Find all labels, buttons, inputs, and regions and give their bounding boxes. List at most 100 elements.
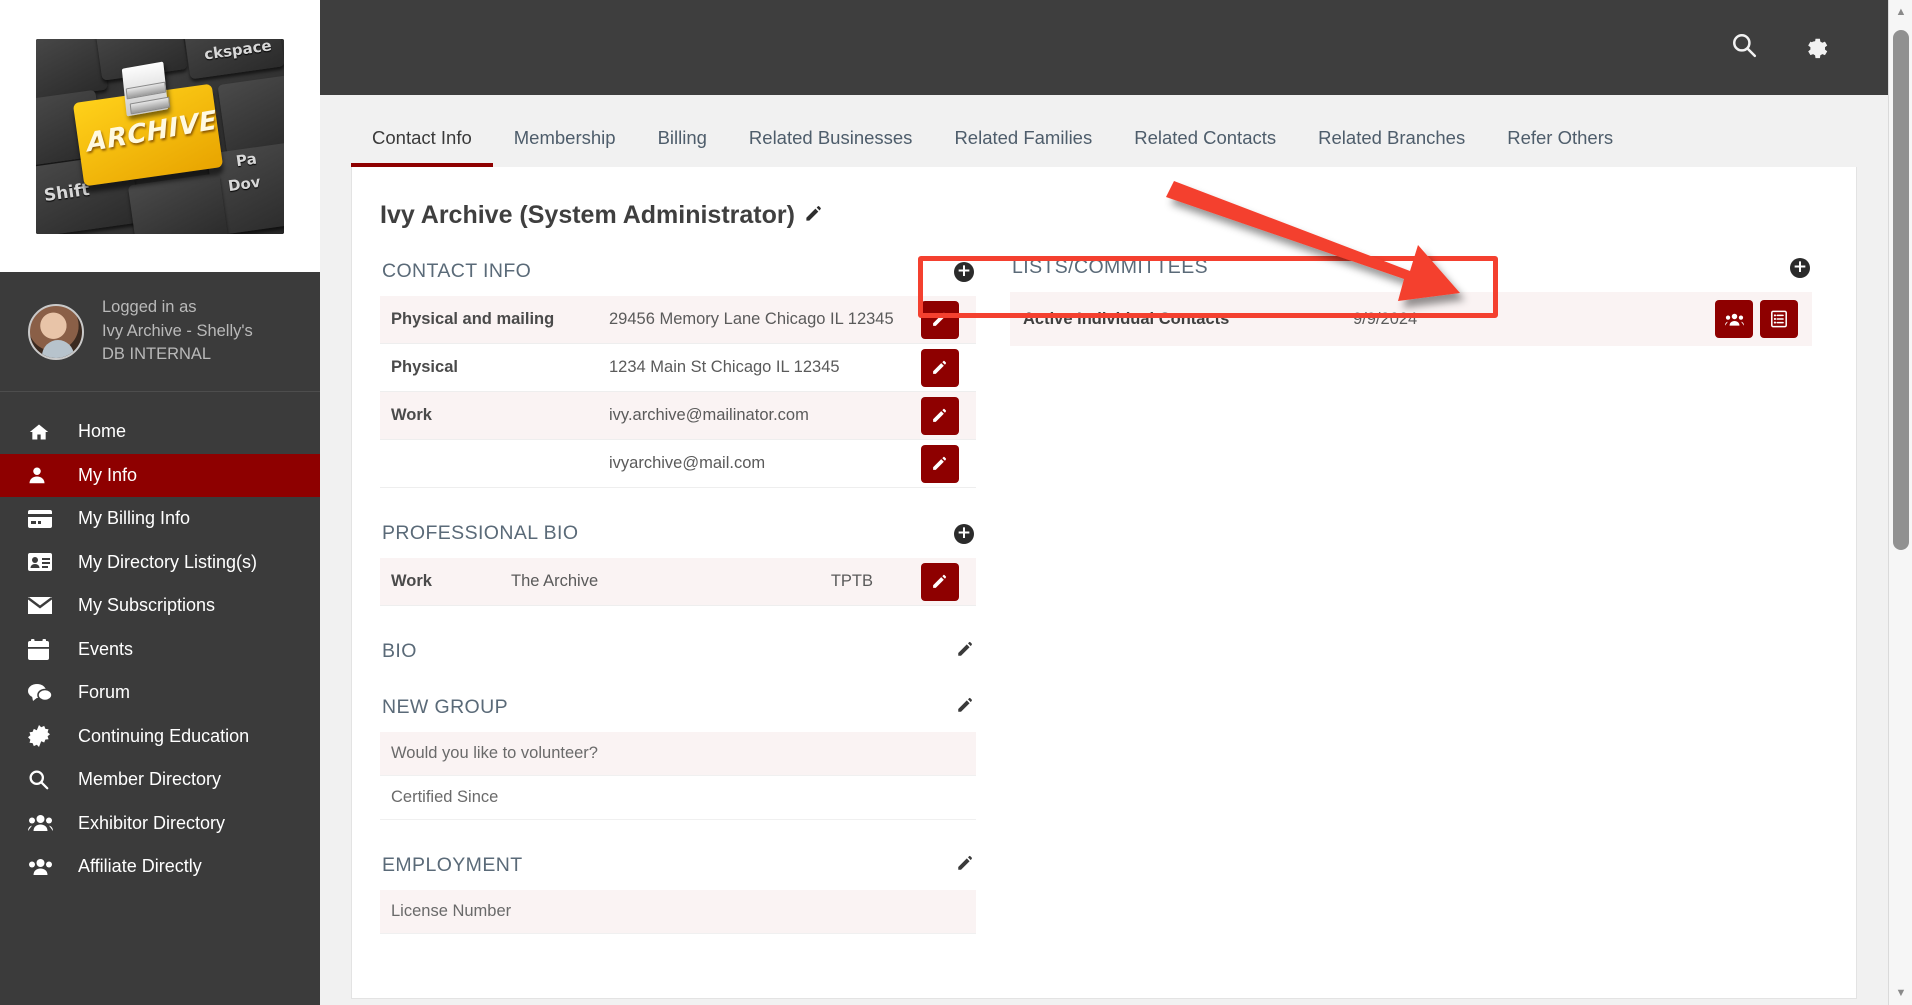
row-value-secondary: TPTB (830, 572, 873, 590)
section-header-new-group: NEW GROUP (380, 696, 976, 732)
users-group-icon-button[interactable] (1715, 300, 1753, 338)
row-edit-cell (903, 396, 976, 435)
table-row: Active Individual Contacts 9/9/2024 (1010, 292, 1812, 346)
app-root: ckspace Shift Pa Dov ARCHIVE Logged in a… (0, 0, 1912, 1005)
sidebar-item-member-directory[interactable]: Member Directory (0, 758, 320, 802)
sidebar-item-home[interactable]: Home (0, 410, 320, 454)
row-value: The Archive (511, 572, 599, 590)
tab-membership[interactable]: Membership (493, 127, 637, 167)
list-item: Certified Since (380, 776, 976, 820)
section-header-employment: EMPLOYMENT (380, 854, 976, 890)
pencil-icon[interactable] (956, 640, 974, 663)
sidebar-item-label: Affiliate Directly (78, 856, 202, 877)
plus-circle-icon[interactable]: + (1790, 257, 1810, 278)
edit-button[interactable] (920, 300, 959, 339)
envelope-icon (28, 597, 62, 615)
list-item: Would you like to volunteer? (380, 732, 976, 776)
calendar-icon (28, 638, 62, 660)
avatar (28, 303, 84, 360)
sidebar-item-label: Forum (78, 682, 131, 703)
user-org: DB INTERNAL (102, 345, 212, 364)
scroll-down-arrow-icon[interactable]: ▼ (1889, 981, 1912, 1005)
sidebar-item-label: Member Directory (78, 769, 222, 790)
row-label: Physical and mailing (391, 310, 555, 328)
plus-circle-icon[interactable]: + (954, 523, 974, 544)
tab-contact-info[interactable]: Contact Info (351, 127, 493, 167)
page-title: Ivy Archive (System Administrator) (380, 201, 976, 230)
section-title: PROFESSIONAL BIO (382, 522, 579, 544)
section-title: BIO (382, 640, 417, 662)
row-edit-cell (903, 348, 976, 387)
sidebar-item-label: Events (78, 638, 134, 659)
pencil-icon[interactable] (956, 696, 974, 719)
comments-icon (28, 683, 62, 703)
logo-container[interactable]: ckspace Shift Pa Dov ARCHIVE (0, 0, 320, 272)
logged-in-user-panel[interactable]: Logged in as Ivy Archive - Shelly's DB I… (0, 272, 320, 392)
home-icon (28, 422, 62, 442)
keycap-pagedown-label-1: Pa (234, 149, 258, 170)
table-row: Work The Archive TPTB (380, 558, 976, 606)
sidebar-item-label: Continuing Education (78, 725, 250, 746)
credit-card-icon (28, 509, 62, 528)
sidebar-item-label: My Subscriptions (78, 595, 216, 616)
search-icon (28, 769, 62, 790)
sidebar-item-affiliate-directly[interactable]: Affiliate Directly (0, 845, 320, 889)
tab-related-families[interactable]: Related Families (933, 127, 1113, 167)
row-label: Physical (391, 358, 458, 376)
sidebar-item-my-billing-info[interactable]: My Billing Info (0, 497, 320, 541)
pencil-icon[interactable] (804, 201, 823, 230)
row-label: Work (391, 406, 432, 424)
section-header-bio: BIO (380, 640, 976, 676)
row-value: 1234 Main St Chicago IL 12345 (609, 358, 840, 376)
right-column: LISTS/COMMITTEES + Active Individual Con… (976, 201, 1812, 934)
sidebar-nav: Home My Info My Billing Info My Director… (0, 392, 320, 889)
edit-button[interactable] (920, 562, 959, 601)
users-icon (28, 858, 62, 876)
tab-related-branches[interactable]: Related Branches (1297, 127, 1486, 167)
sidebar-item-exhibitor-directory[interactable]: Exhibitor Directory (0, 802, 320, 846)
plus-circle-icon[interactable]: + (954, 261, 974, 282)
list-item: License Number (380, 890, 976, 934)
sidebar-item-label: My Billing Info (78, 508, 191, 529)
sidebar-item-my-directory-listings[interactable]: My Directory Listing(s) (0, 541, 320, 585)
sidebar: ckspace Shift Pa Dov ARCHIVE Logged in a… (0, 0, 320, 1005)
page-scrollbar[interactable]: ▲ ▼ (1888, 0, 1912, 1005)
page-title-text: Ivy Archive (System Administrator) (380, 201, 795, 229)
section-title: EMPLOYMENT (382, 854, 523, 876)
list-date: 9/9/2024 (1353, 309, 1418, 328)
sidebar-item-events[interactable]: Events (0, 628, 320, 672)
section-title: NEW GROUP (382, 696, 509, 718)
sidebar-item-continuing-education[interactable]: Continuing Education (0, 715, 320, 759)
edit-button[interactable] (920, 444, 959, 483)
left-column: Ivy Archive (System Administrator) CONTA… (380, 201, 976, 934)
table-row: Physical 1234 Main St Chicago IL 12345 (380, 344, 976, 392)
tab-billing[interactable]: Billing (637, 127, 728, 167)
users-icon (28, 814, 62, 832)
tab-related-contacts[interactable]: Related Contacts (1113, 127, 1297, 167)
edit-button[interactable] (920, 348, 959, 387)
key-decor (217, 72, 284, 155)
sidebar-item-label: My Info (78, 464, 138, 485)
gear-icon[interactable] (1801, 32, 1828, 64)
row-label: Work (391, 572, 432, 590)
table-row: Work ivy.archive@mailinator.com (380, 392, 976, 440)
topbar (320, 0, 1888, 95)
certificate-icon (28, 725, 62, 748)
search-icon[interactable] (1731, 32, 1757, 63)
user-name: Ivy Archive - Shelly's (102, 321, 253, 340)
edit-button[interactable] (920, 396, 959, 435)
sidebar-item-label: Exhibitor Directory (78, 812, 226, 833)
contact-info-panel: Ivy Archive (System Administrator) CONTA… (351, 167, 1857, 999)
sidebar-item-my-subscriptions[interactable]: My Subscriptions (0, 584, 320, 628)
tab-refer-others[interactable]: Refer Others (1486, 127, 1634, 167)
list-actions (1715, 300, 1798, 338)
row-edit-cell (903, 300, 976, 339)
scrollbar-thumb[interactable] (1893, 30, 1909, 550)
tab-related-businesses[interactable]: Related Businesses (728, 127, 934, 167)
sidebar-item-my-info[interactable]: My Info (0, 453, 320, 497)
pencil-icon[interactable] (956, 854, 974, 877)
sidebar-item-label: Home (78, 421, 127, 442)
sidebar-item-forum[interactable]: Forum (0, 671, 320, 715)
list-detail-icon-button[interactable] (1760, 300, 1798, 338)
scroll-up-arrow-icon[interactable]: ▲ (1889, 0, 1912, 24)
